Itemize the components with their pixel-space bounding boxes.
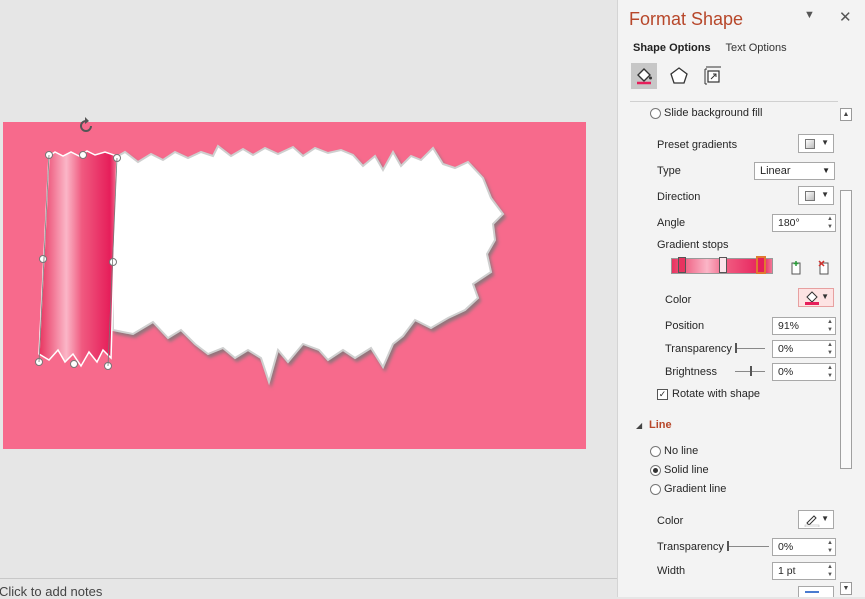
line-transparency-slider-knob[interactable] bbox=[727, 541, 729, 551]
slide[interactable] bbox=[3, 122, 586, 449]
stop-transparency-slider-knob[interactable] bbox=[735, 343, 737, 353]
type-label: Type bbox=[657, 165, 681, 177]
rolled-paper-tube[interactable] bbox=[38, 150, 118, 368]
paint-bucket-icon bbox=[805, 291, 819, 305]
no-line-radio[interactable] bbox=[650, 446, 661, 457]
pen-color-icon bbox=[804, 515, 820, 527]
gradient-stops-bar[interactable] bbox=[671, 256, 773, 276]
line-section-title[interactable]: Line bbox=[649, 419, 672, 431]
gradient-stop-1[interactable] bbox=[678, 257, 686, 273]
pane-scrollbar[interactable]: ▲ ▼ bbox=[840, 108, 852, 597]
scroll-up-arrow-icon[interactable]: ▲ bbox=[840, 108, 852, 121]
solid-line-label: Solid line bbox=[664, 464, 709, 476]
rotate-handle-icon[interactable] bbox=[76, 116, 96, 136]
gradient-line-label: Gradient line bbox=[664, 483, 727, 495]
stop-transparency-slider[interactable] bbox=[735, 348, 765, 349]
spin-arrows-icon[interactable]: ▲ ▼ bbox=[827, 318, 833, 334]
gradient-stop-2[interactable] bbox=[719, 257, 727, 273]
stop-transparency-input[interactable]: 0% ▲ ▼ bbox=[772, 340, 836, 358]
pane-tabs: Shape Options Text Options bbox=[633, 42, 799, 54]
brightness-slider-knob[interactable] bbox=[750, 366, 752, 376]
spin-arrows-icon[interactable]: ▲ ▼ bbox=[827, 215, 833, 231]
solid-line-radio[interactable] bbox=[650, 465, 661, 476]
collapse-triangle-icon[interactable]: ◢ bbox=[636, 421, 642, 430]
rotate-with-shape-label: Rotate with shape bbox=[672, 388, 761, 400]
spin-arrows-icon[interactable]: ▲ ▼ bbox=[827, 563, 833, 579]
type-value: Linear bbox=[760, 165, 791, 177]
angle-value: 180° bbox=[778, 217, 800, 229]
line-transparency-label: Transparency bbox=[657, 541, 724, 553]
spin-arrows-icon[interactable]: ▲ ▼ bbox=[827, 539, 833, 555]
gradient-line-radio[interactable] bbox=[650, 484, 661, 495]
add-gradient-stop-icon[interactable] bbox=[786, 258, 806, 278]
brightness-label: Brightness bbox=[665, 366, 717, 378]
line-color-button[interactable]: ▼ bbox=[798, 510, 834, 529]
brightness-value: 0% bbox=[778, 366, 794, 378]
line-width-label: Width bbox=[657, 565, 686, 577]
stop-color-label: Color bbox=[665, 294, 692, 306]
pane-title: Format Shape bbox=[629, 9, 744, 29]
line-width-input[interactable]: 1 pt ▲ ▼ bbox=[772, 562, 836, 580]
no-line-label: No line bbox=[664, 445, 699, 457]
type-select[interactable]: Linear ▼ bbox=[754, 162, 835, 180]
slide-background-fill-label: Slide background fill bbox=[664, 107, 763, 119]
direction-button[interactable]: ▼ bbox=[798, 186, 834, 205]
brightness-input[interactable]: 0% ▲ ▼ bbox=[772, 363, 836, 381]
position-label: Position bbox=[665, 320, 705, 332]
pane-options-chevron-icon[interactable]: ▼ bbox=[804, 9, 815, 21]
format-shape-pane: Format Shape ▼ ✕ Shape Options Text Opti… bbox=[617, 0, 865, 597]
preset-gradients-button[interactable]: ▼ bbox=[798, 134, 834, 153]
position-value: 91% bbox=[778, 320, 800, 332]
pane-separator bbox=[630, 101, 838, 102]
compound-type-button[interactable] bbox=[798, 586, 834, 597]
line-color-label: Color bbox=[657, 515, 684, 527]
gradient-stop-3-selected[interactable] bbox=[756, 256, 766, 274]
tab-shape-options[interactable]: Shape Options bbox=[633, 42, 711, 54]
gradient-stops-label: Gradient stops bbox=[657, 239, 729, 251]
line-width-value: 1 pt bbox=[778, 565, 796, 577]
preset-gradients-label: Preset gradients bbox=[657, 139, 738, 151]
angle-label: Angle bbox=[657, 217, 686, 229]
notes-bar[interactable]: Click to add notes bbox=[0, 578, 617, 599]
close-icon[interactable]: ✕ bbox=[839, 8, 852, 26]
stop-color-button[interactable]: ▼ bbox=[798, 288, 834, 307]
angle-input[interactable]: 180° ▲ ▼ bbox=[772, 214, 836, 232]
line-transparency-input[interactable]: 0% ▲ ▼ bbox=[772, 538, 836, 556]
effects-pentagon-icon[interactable] bbox=[666, 63, 692, 89]
line-transparency-value: 0% bbox=[778, 541, 794, 553]
spin-arrows-icon[interactable]: ▲ ▼ bbox=[827, 341, 833, 357]
direction-label: Direction bbox=[657, 191, 701, 203]
tab-text-options[interactable]: Text Options bbox=[725, 42, 786, 54]
remove-gradient-stop-icon[interactable] bbox=[814, 258, 834, 278]
scroll-down-arrow-icon[interactable]: ▼ bbox=[840, 582, 852, 595]
slide-artwork bbox=[35, 144, 505, 386]
rotate-with-shape-checkbox[interactable]: ✓ bbox=[657, 389, 668, 400]
torn-paper-shape[interactable] bbox=[109, 144, 505, 386]
spin-arrows-icon[interactable]: ▲ ▼ bbox=[827, 364, 833, 380]
slide-background-fill-radio[interactable] bbox=[650, 108, 661, 119]
line-transparency-slider[interactable] bbox=[727, 546, 769, 547]
stop-transparency-value: 0% bbox=[778, 343, 794, 355]
slide-canvas[interactable]: Click to add notes bbox=[0, 0, 617, 599]
stop-transparency-label: Transparency bbox=[665, 343, 732, 355]
fill-line-icon[interactable] bbox=[631, 63, 657, 89]
size-properties-icon[interactable] bbox=[700, 63, 726, 89]
position-input[interactable]: 91% ▲ ▼ bbox=[772, 317, 836, 335]
scroll-thumb[interactable] bbox=[840, 190, 852, 469]
